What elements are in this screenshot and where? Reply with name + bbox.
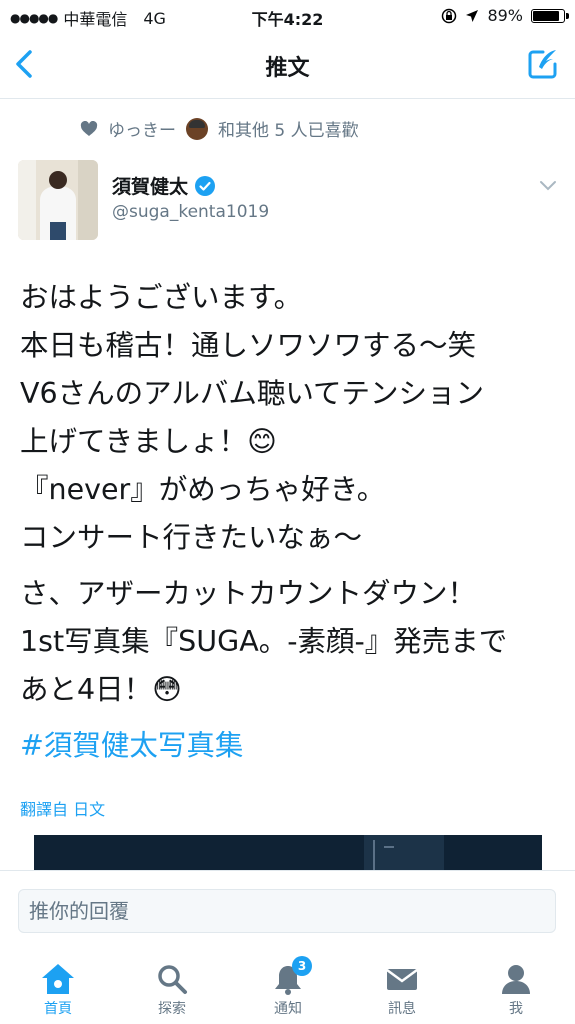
notification-badge: 3 (292, 956, 312, 976)
tab-explore[interactable]: 探索 (132, 950, 212, 1024)
tab-notifications[interactable]: 3 通知 (248, 950, 328, 1024)
hashtag-link[interactable]: #須賀健太写真集 (20, 722, 565, 770)
author-name[interactable]: 須賀健太 (112, 172, 188, 199)
location-icon (466, 9, 479, 22)
tab-messages-label: 訊息 (388, 1001, 416, 1017)
battery-icon (531, 8, 569, 23)
reply-bar: 推你的回覆 (0, 870, 575, 951)
translate-link[interactable]: 翻譯自 日文 (20, 796, 105, 820)
chevron-down-icon[interactable] (539, 180, 557, 192)
heart-icon (80, 120, 98, 136)
status-bar: ●●●●● 中華電信 4G 下午4:22 89% (0, 0, 575, 32)
author-avatar[interactable] (18, 160, 98, 240)
tab-profile[interactable]: 我 (476, 950, 556, 1024)
author-handle[interactable]: @suga_kenta1019 (112, 202, 269, 222)
likes-count-text: 和其他 5 人已喜歡 (218, 121, 359, 141)
likes-summary[interactable]: ゆっきー 和其他 5 人已喜歡 (80, 116, 359, 141)
tweet-body: おはようございます。 本日も稽古！通しソワソワする～笑 V6さんのアルバム聴いて… (20, 274, 565, 778)
author-photo (18, 160, 98, 240)
profile-icon (502, 965, 530, 994)
tab-home-label: 首頁 (44, 1001, 72, 1017)
tweet-paragraph-1: おはようございます。 本日も稽古！通しソワソワする～笑 V6さんのアルバム聴いて… (20, 281, 484, 554)
envelope-icon (386, 968, 418, 990)
orientation-lock-icon (442, 8, 457, 23)
battery-percent: 89% (487, 6, 523, 25)
liker-name: ゆっきー (108, 121, 176, 141)
tweet-paragraph-2: さ、アザーカットカウントダウン！ 1st写真集『SUGA。-素顔-』発売まで あ… (20, 577, 508, 706)
tweet-media-image[interactable] (34, 835, 542, 875)
tab-messages[interactable]: 訊息 (362, 950, 442, 1024)
tab-bar: 首頁 探索 3 通知 訊息 我 (0, 950, 575, 1024)
home-icon (42, 964, 74, 994)
media-thumbnail (34, 835, 542, 875)
liker-avatar (186, 117, 208, 140)
battery-level (533, 10, 559, 21)
tab-notifications-label: 通知 (274, 1001, 302, 1017)
nav-bar: 推文 (0, 32, 575, 99)
search-icon (158, 965, 187, 994)
tab-profile-label: 我 (509, 1001, 523, 1017)
page-title: 推文 (265, 56, 310, 81)
compose-tweet-button[interactable] (525, 46, 561, 82)
tab-explore-label: 探索 (158, 1001, 186, 1017)
tab-home[interactable]: 首頁 (18, 950, 98, 1024)
reply-input[interactable]: 推你的回覆 (18, 889, 556, 933)
verified-badge-icon (195, 175, 216, 196)
